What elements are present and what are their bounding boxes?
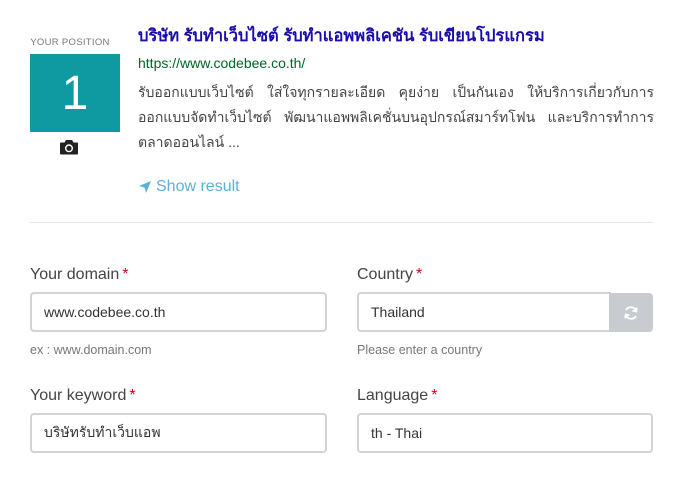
country-input[interactable]: Thailand: [357, 292, 611, 332]
your-position-label: YOUR POSITION: [30, 37, 110, 48]
domain-hint: ex : www.domain.com: [30, 343, 152, 357]
domain-label: Your domain *: [30, 266, 129, 283]
required-mark: *: [431, 387, 438, 404]
location-arrow-icon: [139, 181, 151, 193]
required-mark: *: [416, 266, 423, 283]
keyword-label: Your keyword *: [30, 387, 136, 404]
result-url: https://www.codebee.co.th/: [138, 55, 306, 71]
camera-icon[interactable]: [60, 139, 78, 155]
result-title-link[interactable]: บริษัท รับทำเว็บไซต์ รับทำแอพพลิเคชัน รั…: [138, 23, 545, 49]
required-mark: *: [122, 266, 129, 283]
show-result-label: Show result: [156, 178, 240, 195]
country-hint: Please enter a country: [357, 343, 483, 357]
refresh-icon: [624, 305, 638, 320]
required-mark: *: [129, 387, 136, 404]
refresh-country-button[interactable]: [609, 293, 653, 332]
country-label: Country *: [357, 266, 423, 283]
language-select[interactable]: th - Thai: [357, 413, 653, 453]
keyword-input[interactable]: บริษัทรับทำเว็บแอพ: [30, 413, 327, 453]
divider: [30, 222, 653, 223]
result-description: รับออกแบบเว็บไซต์ ใส่ใจทุกรายละเอียด คุย…: [138, 84, 654, 150]
position-badge: 1: [30, 54, 120, 132]
domain-input[interactable]: www.codebee.co.th: [30, 292, 327, 332]
language-label: Language *: [357, 387, 438, 404]
show-result-link[interactable]: Show result: [138, 178, 240, 196]
